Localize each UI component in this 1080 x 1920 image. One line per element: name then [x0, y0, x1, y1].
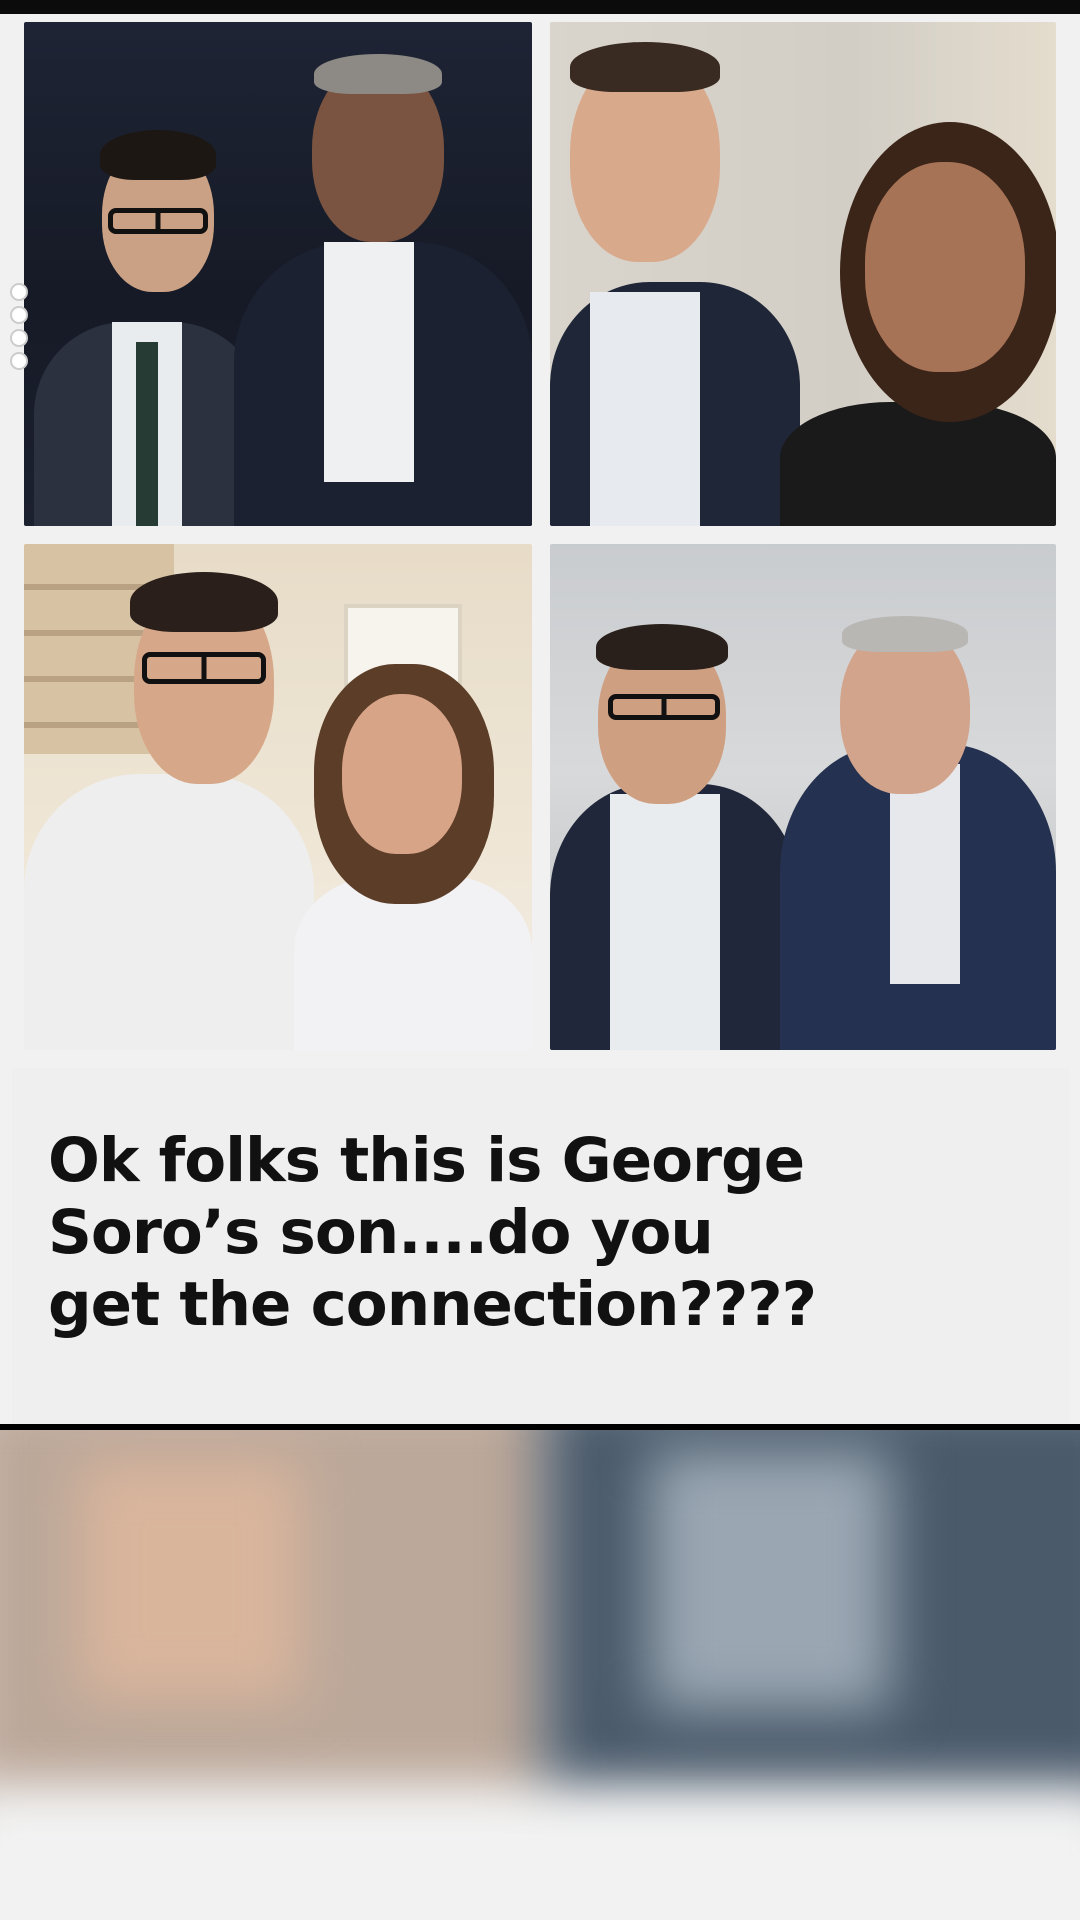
caption-line: Ok folks this is George — [48, 1125, 805, 1196]
page-indicator-dot — [10, 352, 28, 370]
photo-bottom-right — [550, 544, 1056, 1050]
page-indicator-dot — [10, 329, 28, 347]
page-indicator-dot — [10, 283, 28, 301]
photo-top-left — [24, 22, 532, 526]
caption-line: get the connection???? — [48, 1269, 817, 1340]
post-caption: Ok folks this is George Soro’s son....do… — [48, 1125, 1008, 1341]
top-bar — [0, 0, 1080, 14]
post-image: Ok folks this is George Soro’s son....do… — [0, 0, 1080, 1424]
photo-grid — [24, 22, 1056, 1050]
photo-top-right — [550, 22, 1056, 526]
caption-line: Soro’s son....do you — [48, 1197, 714, 1268]
blurred-background — [0, 1430, 1080, 1920]
page-indicator — [10, 283, 32, 375]
page-indicator-dot — [10, 306, 28, 324]
photo-bottom-left — [24, 544, 532, 1050]
